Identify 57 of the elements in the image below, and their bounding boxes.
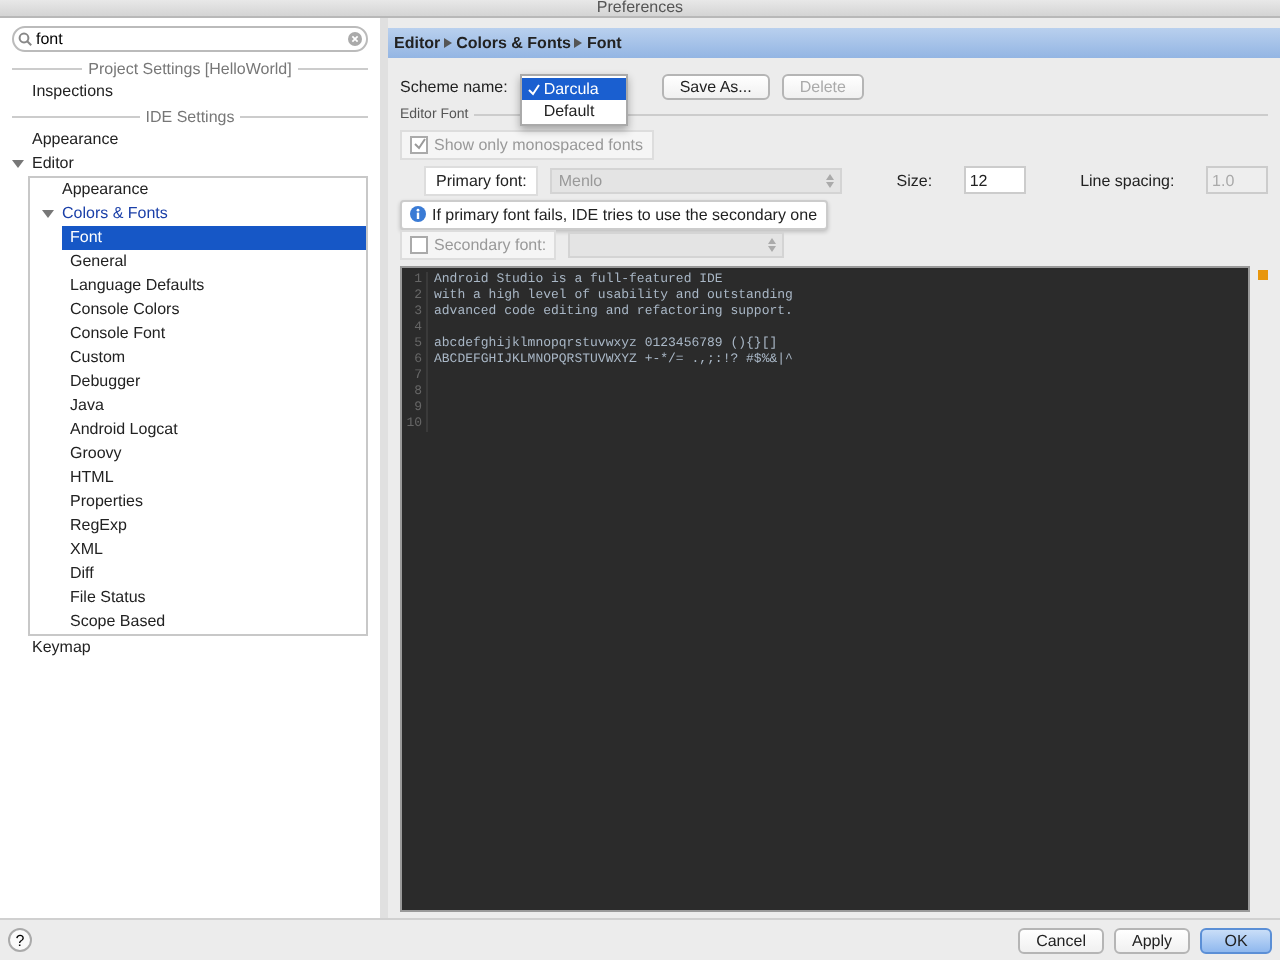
tree-item[interactable]: Diff <box>62 562 102 586</box>
dialog-button[interactable]: Apply <box>1113 927 1190 953</box>
dialog-button[interactable]: OK <box>1200 927 1272 953</box>
window-title: Preferences <box>596 0 684 16</box>
checkmark-icon <box>413 138 425 150</box>
chevron-icon <box>574 38 583 48</box>
tree-item[interactable]: Scope Based <box>62 610 174 634</box>
check-icon <box>527 83 540 95</box>
tree-item[interactable]: Appearance <box>54 178 157 202</box>
info-icon <box>410 206 426 222</box>
stepper-icon <box>826 173 835 187</box>
tree-item[interactable]: RegExp <box>62 514 135 538</box>
menu-option[interactable]: Darcula <box>521 78 626 100</box>
primary-font-label: Primary font: <box>424 165 539 195</box>
help-button[interactable]: ? <box>8 928 32 952</box>
tree-item[interactable]: Appearance <box>24 128 127 152</box>
breadcrumb-item: Editor <box>394 34 441 52</box>
section-header: Project Settings [HelloWorld] <box>88 59 292 77</box>
tree-item[interactable]: Inspections <box>24 80 121 104</box>
tree-item[interactable]: General <box>62 250 135 274</box>
scheme-button[interactable]: Save As... <box>661 73 770 99</box>
search-icon <box>18 32 32 46</box>
tooltip-text: If primary font fails, IDE tries to use the secondary one <box>432 205 818 223</box>
stepper-icon <box>768 237 777 251</box>
scheme-label: Scheme name: <box>400 77 508 95</box>
tree-item[interactable]: Console Font <box>62 322 174 346</box>
tree-item[interactable]: Console Colors <box>62 298 188 322</box>
size-label: Size: <box>896 171 933 189</box>
tree-item[interactable]: Groovy <box>62 442 130 466</box>
disclosure-triangle-icon[interactable] <box>42 208 54 220</box>
tree-item[interactable]: Language Defaults <box>62 274 213 298</box>
section-header: IDE Settings <box>145 107 235 125</box>
chevron-icon <box>444 38 453 48</box>
breadcrumb-item: Colors & Fonts <box>456 34 571 52</box>
tree-item[interactable]: Properties <box>62 490 151 514</box>
tree-item[interactable]: Debugger <box>62 370 149 394</box>
menu-option[interactable]: Default <box>521 100 626 122</box>
tree-item[interactable]: Keymap <box>24 636 99 660</box>
tree-item[interactable]: XML <box>62 538 111 562</box>
tree-item[interactable]: Custom <box>62 346 134 370</box>
line-spacing-label: Line spacing: <box>1080 171 1175 189</box>
tree-item[interactable]: HTML <box>62 466 122 490</box>
clear-icon[interactable] <box>348 32 362 46</box>
dialog-button[interactable]: Cancel <box>1018 927 1104 953</box>
tree-item[interactable]: File Status <box>62 586 154 610</box>
error-stripe-marker <box>1258 270 1268 280</box>
search-field[interactable]: font <box>12 26 368 52</box>
tree-item[interactable]: Colors & Fonts <box>54 202 176 226</box>
tree-item[interactable]: Android Logcat <box>62 418 186 442</box>
disclosure-triangle-icon[interactable] <box>12 158 24 170</box>
tree-item[interactable]: Editor <box>24 152 82 176</box>
size-field[interactable]: 12 <box>963 166 1026 194</box>
secondary-font-dropdown[interactable] <box>568 231 785 257</box>
tree-item[interactable]: Font <box>62 226 366 250</box>
font-preview-editor[interactable] <box>400 266 1250 912</box>
tree-item[interactable]: Java <box>62 394 112 418</box>
breadcrumb-item: Font <box>586 34 622 52</box>
